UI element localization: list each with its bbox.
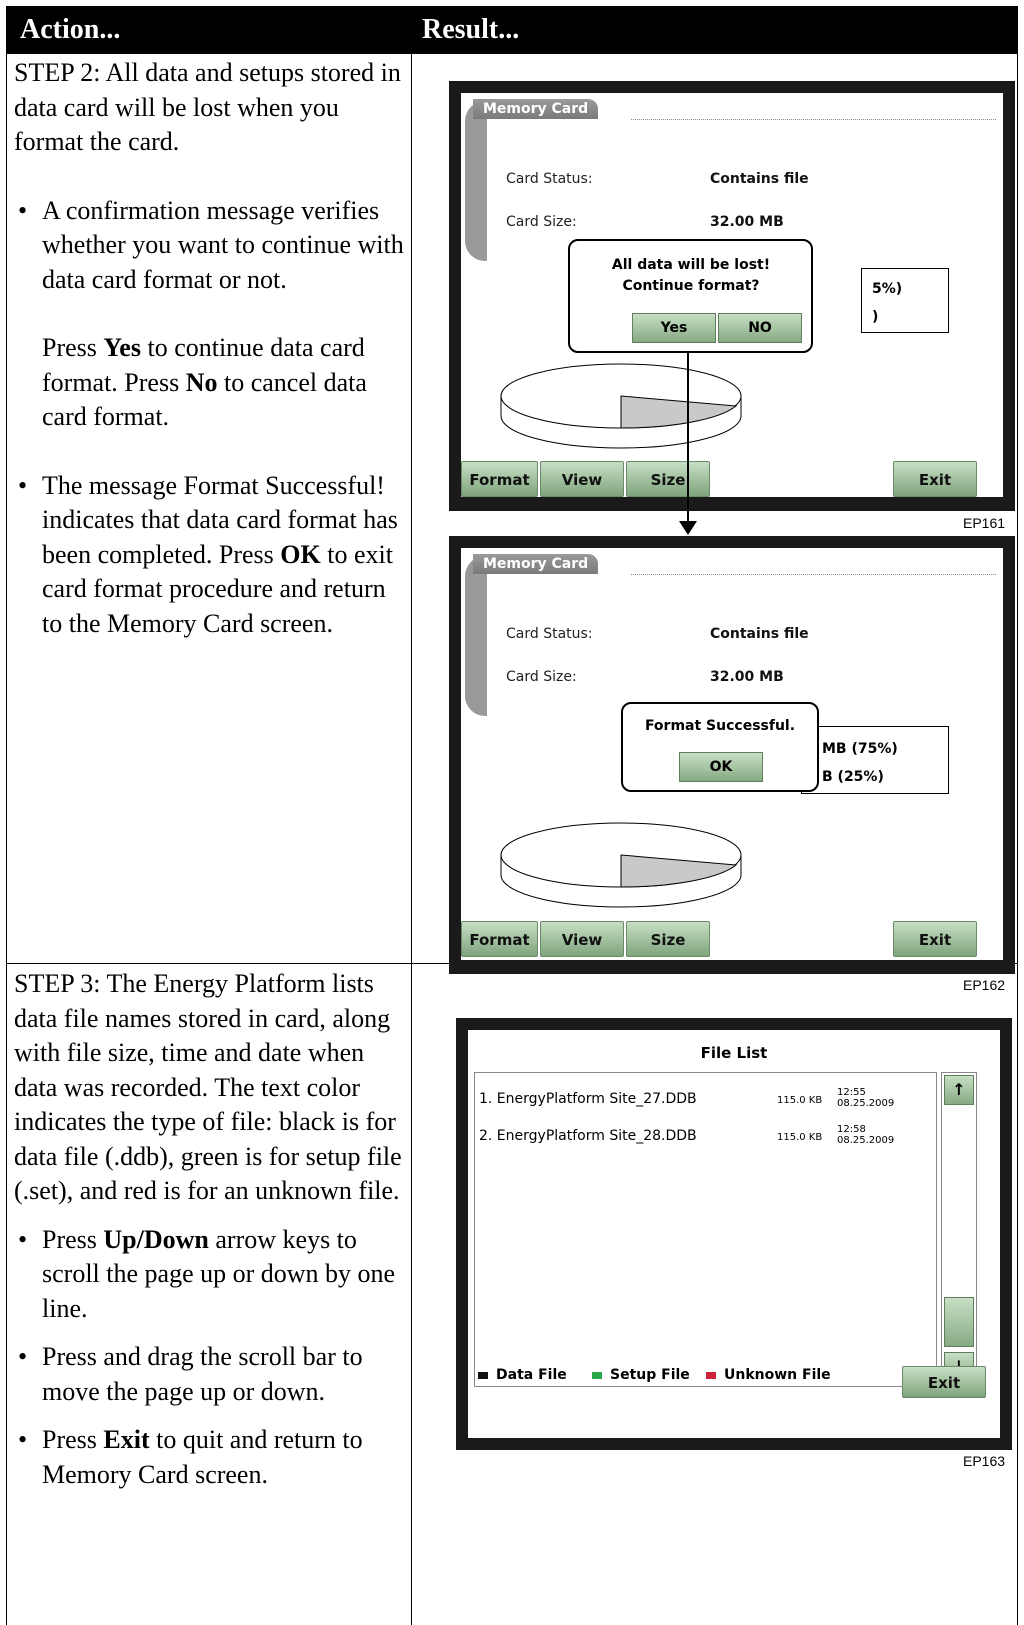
right-border <box>1017 54 1018 1625</box>
flow-arrow-head-icon <box>679 521 697 535</box>
usage-percent-used: MB (75%) <box>822 741 898 757</box>
figure-caption-ep163: EP163 <box>963 1453 1006 1469</box>
screen-content: Memory Card Card Status: Contains file C… <box>461 93 1003 497</box>
memory-card-tab: Memory Card <box>473 554 599 574</box>
memory-card-confirm-screen: Memory Card Card Status: Contains file C… <box>449 81 1015 511</box>
tab-underline <box>631 574 996 575</box>
size-button[interactable]: Size <box>626 921 710 957</box>
step3-bullet-1: Press Up/Down arrow keys to scroll the p… <box>14 1223 404 1327</box>
legend-setup-file: Setup File <box>592 1367 690 1383</box>
screen-content: Memory Card Card Status: Contains file C… <box>461 548 1003 960</box>
figure-caption-ep161: EP161 <box>963 515 1006 531</box>
success-dialog: Format Successful. OK <box>621 702 819 792</box>
header-result: Result... <box>412 6 1018 54</box>
tab-underline <box>631 119 996 120</box>
scrollbar[interactable]: ↑ ↓ <box>941 1072 977 1387</box>
confirm-dialog: All data will be lost! Continue format? … <box>568 239 813 353</box>
view-button[interactable]: View <box>540 461 624 497</box>
file-timestamp: 12:55 08.25.2009 <box>837 1087 895 1109</box>
figure-caption-ep162: EP162 <box>963 977 1006 993</box>
card-size-value: 32.00 MB <box>710 669 784 685</box>
step2-bullet-2: The message Format Successful! indicates… <box>14 469 404 642</box>
scroll-up-button[interactable]: ↑ <box>944 1075 974 1105</box>
legend-data-file: Data File <box>478 1367 567 1383</box>
file-size: 115.0 KB <box>777 1095 823 1106</box>
usage-percent-used: 5%) <box>872 281 903 297</box>
unknown-file-swatch-icon <box>706 1371 716 1379</box>
no-button[interactable]: NO <box>718 313 802 343</box>
memory-card-tab: Memory Card <box>473 99 599 119</box>
step2-bullet-1: A confirmation message verifies whether … <box>14 194 404 298</box>
step3-bullet-2: Press and drag the scroll bar to move th… <box>14 1340 404 1409</box>
legend-unknown-file: Unknown File <box>706 1367 831 1383</box>
card-size-label: Card Size: <box>506 669 577 685</box>
format-button[interactable]: Format <box>461 921 538 957</box>
header-action: Action... <box>6 6 412 54</box>
file-list-screen: File List 1. EnergyPlatform Site_27.DDB … <box>456 1018 1012 1450</box>
tab-arc <box>465 556 487 716</box>
file-timestamp: 12:58 08.25.2009 <box>837 1124 895 1146</box>
usage-box: MB (75%) B (25%) <box>801 726 949 794</box>
setup-file-swatch-icon <box>592 1371 602 1379</box>
card-size-value: 32.00 MB <box>710 214 784 230</box>
ok-button[interactable]: OK <box>679 752 763 782</box>
usage-box: 5%) ) <box>861 268 949 333</box>
card-status-label: Card Status: <box>506 171 593 187</box>
success-message: Format Successful. <box>644 718 796 734</box>
exit-button[interactable]: Exit <box>893 921 977 957</box>
screen-content: File List 1. EnergyPlatform Site_27.DDB … <box>468 1030 1000 1438</box>
pie-chart-icon <box>500 822 742 908</box>
left-border <box>6 54 7 1625</box>
card-status-value: Contains file <box>710 171 809 187</box>
yes-button[interactable]: Yes <box>632 313 716 343</box>
tab-arc <box>465 101 487 261</box>
usage-percent-free: B (25%) <box>822 769 884 785</box>
step3-text: STEP 3: The Energy Platform lists data f… <box>14 967 404 1492</box>
file-list-title: File List <box>700 1044 768 1062</box>
card-status-label: Card Status: <box>506 626 593 642</box>
file-name[interactable]: 1. EnergyPlatform Site_27.DDB <box>479 1091 697 1107</box>
card-status-value: Contains file <box>710 626 809 642</box>
memory-card-success-screen: Memory Card Card Status: Contains file C… <box>449 536 1015 974</box>
step2-text: STEP 2: All data and setups stored in da… <box>14 56 404 641</box>
step3-bullet-3: Press Exit to quit and return to Memory … <box>14 1423 404 1492</box>
exit-button[interactable]: Exit <box>902 1366 986 1398</box>
step3-intro: STEP 3: The Energy Platform lists data f… <box>14 969 402 1205</box>
card-size-label: Card Size: <box>506 214 577 230</box>
file-name[interactable]: 2. EnergyPlatform Site_28.DDB <box>479 1128 697 1144</box>
flow-arrow-line <box>687 352 689 524</box>
format-button[interactable]: Format <box>461 461 538 497</box>
file-size: 115.0 KB <box>777 1132 823 1143</box>
usage-percent-free: ) <box>872 309 879 325</box>
data-file-swatch-icon <box>478 1371 488 1379</box>
file-list[interactable]: 1. EnergyPlatform Site_27.DDB 115.0 KB 1… <box>474 1072 937 1387</box>
scroll-thumb[interactable] <box>944 1297 974 1347</box>
size-button[interactable]: Size <box>626 461 710 497</box>
confirm-message: All data will be lost! Continue format? <box>611 257 771 294</box>
step2-intro: STEP 2: All data and setups stored in da… <box>14 58 401 156</box>
view-button[interactable]: View <box>540 921 624 957</box>
step2-press-yes-no: Press Yes to continue data card format. … <box>42 333 367 431</box>
column-divider <box>411 54 412 1625</box>
pie-chart-icon <box>500 363 742 449</box>
exit-button[interactable]: Exit <box>893 461 977 497</box>
